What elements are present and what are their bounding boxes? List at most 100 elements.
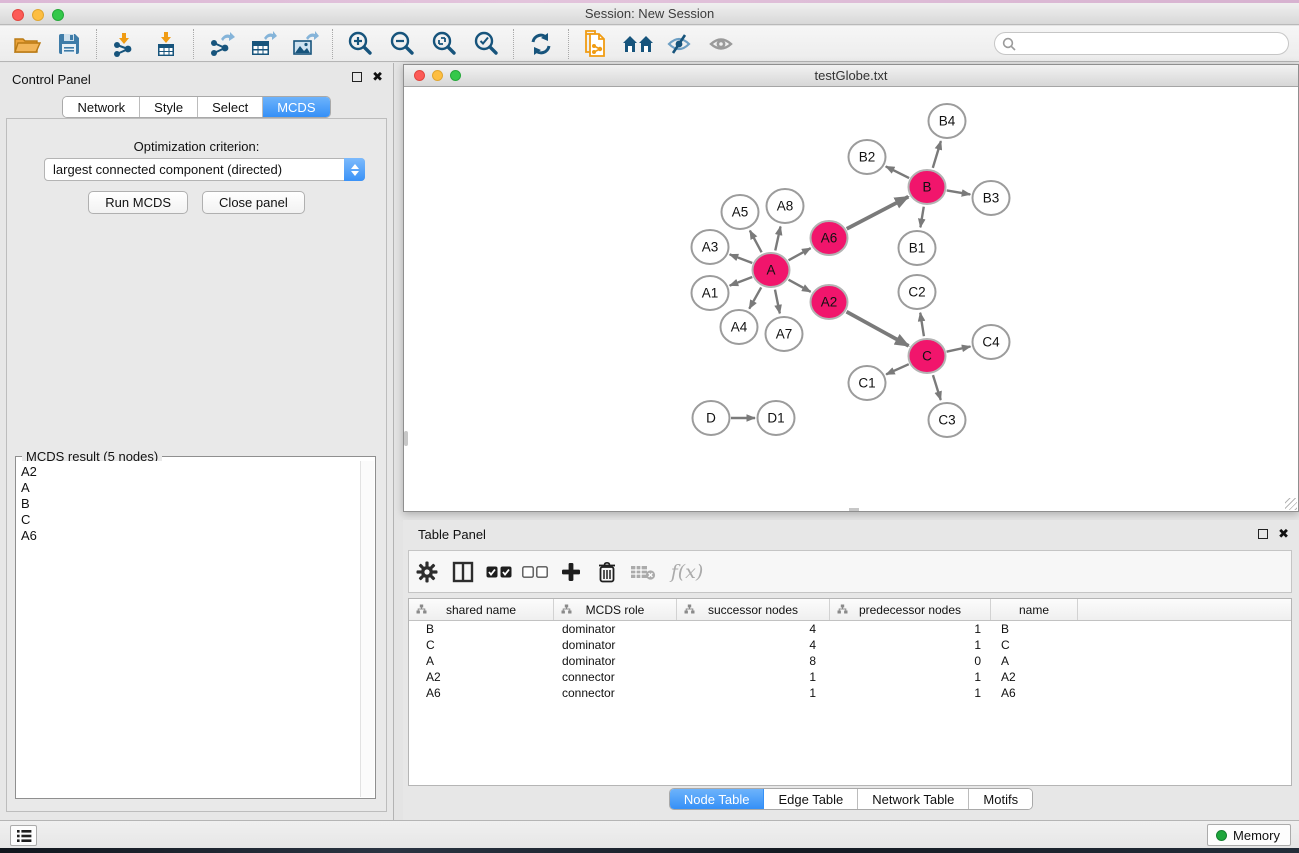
edge-B-B1[interactable] (920, 207, 923, 228)
open-session-button[interactable] (6, 29, 48, 59)
edge-A-A4[interactable] (749, 287, 761, 308)
refresh-view-button[interactable] (520, 29, 562, 59)
tab-node-table[interactable]: Node Table (670, 789, 765, 809)
edge-A-A2[interactable] (789, 280, 811, 292)
node-A6[interactable]: A6 (811, 221, 848, 255)
clone-network-button[interactable] (575, 29, 617, 59)
network-canvas[interactable]: B4B2BB3A5A8A6A3B1AA1C2A2A4A7C4CC1C3DD1 (404, 88, 1298, 511)
edge-A-A8[interactable] (775, 227, 780, 251)
node-C[interactable]: C (909, 339, 946, 373)
node-B3[interactable]: B3 (973, 181, 1010, 215)
result-item-c[interactable]: C (21, 512, 360, 528)
tab-network-table[interactable]: Network Table (858, 789, 969, 809)
node-A3[interactable]: A3 (692, 230, 729, 264)
column-header-successor-nodes[interactable]: successor nodes (677, 599, 830, 620)
edge-A-A3[interactable] (730, 254, 753, 263)
close-window-button[interactable] (12, 9, 24, 21)
result-item-a2[interactable]: A2 (21, 464, 360, 480)
node-C2[interactable]: C2 (899, 275, 936, 309)
node-A[interactable]: A (753, 253, 790, 287)
minimize-window-button[interactable] (32, 9, 44, 21)
close-panel-button[interactable]: Close panel (202, 191, 305, 214)
edge-C-C2[interactable] (920, 313, 924, 336)
result-item-a6[interactable]: A6 (21, 528, 360, 544)
edge-A6-B[interactable] (847, 197, 909, 229)
export-network-button[interactable] (200, 29, 242, 59)
zoom-selected-button[interactable] (465, 29, 507, 59)
edge-B-B3[interactable] (947, 190, 971, 194)
column-header-predecessor-nodes[interactable]: predecessor nodes (830, 599, 991, 620)
save-session-button[interactable] (48, 29, 90, 59)
node-C1[interactable]: C1 (849, 366, 886, 400)
column-header-name[interactable]: name (991, 599, 1078, 620)
network-hscroll-thumb[interactable] (849, 508, 859, 511)
float-table-panel-icon[interactable] (1258, 529, 1268, 539)
search-field[interactable] (994, 32, 1289, 55)
node-A5[interactable]: A5 (722, 195, 759, 229)
edge-A-A7[interactable] (775, 290, 780, 314)
network-minimize-button[interactable] (432, 70, 443, 81)
edge-B-B2[interactable] (886, 166, 909, 178)
float-panel-icon[interactable] (352, 72, 362, 82)
close-panel-icon[interactable]: ✖ (372, 72, 383, 82)
node-A7[interactable]: A7 (766, 317, 803, 351)
table-row-a[interactable]: Adominator80A (409, 653, 1291, 669)
network-zoom-button[interactable] (450, 70, 461, 81)
result-item-a[interactable]: A (21, 480, 360, 496)
node-B[interactable]: B (909, 170, 946, 204)
table-row-a6[interactable]: A6connector11A6 (409, 685, 1291, 701)
search-input[interactable] (1021, 37, 1288, 51)
column-header-MCDS-role[interactable]: MCDS role (554, 599, 677, 620)
create-column-button[interactable] (553, 555, 589, 589)
edge-A-A5[interactable] (750, 231, 762, 253)
table-row-c[interactable]: Cdominator41C (409, 637, 1291, 653)
zoom-in-button[interactable] (339, 29, 381, 59)
tab-select[interactable]: Select (198, 97, 263, 117)
tab-network[interactable]: Network (63, 97, 140, 117)
hide-graphics-details-button[interactable] (659, 29, 701, 59)
column-header-shared-name[interactable]: shared name (409, 599, 554, 620)
edge-A-A6[interactable] (789, 248, 811, 260)
memory-button[interactable]: Memory (1207, 824, 1291, 846)
table-settings-button[interactable] (409, 555, 445, 589)
node-A4[interactable]: A4 (721, 310, 758, 344)
node-C3[interactable]: C3 (929, 403, 966, 437)
zoom-out-button[interactable] (381, 29, 423, 59)
tab-edge-table[interactable]: Edge Table (764, 789, 858, 809)
close-table-panel-icon[interactable]: ✖ (1278, 529, 1289, 539)
export-image-button[interactable] (284, 29, 326, 59)
edge-A2-C[interactable] (847, 312, 909, 346)
select-all-rows-button[interactable] (481, 555, 517, 589)
node-D1[interactable]: D1 (758, 401, 795, 435)
tab-style[interactable]: Style (140, 97, 198, 117)
edge-A-A1[interactable] (730, 277, 753, 286)
delete-column-button[interactable] (589, 555, 625, 589)
run-mcds-button[interactable]: Run MCDS (88, 191, 188, 214)
table-row-a2[interactable]: A2connector11A2 (409, 669, 1291, 685)
edge-B-B4[interactable] (933, 141, 941, 168)
tab-mcds[interactable]: MCDS (263, 97, 329, 117)
tab-motifs[interactable]: Motifs (969, 789, 1032, 809)
show-graphics-details-button[interactable] (701, 29, 743, 59)
network-vscroll-thumb[interactable] (404, 431, 408, 446)
node-B4[interactable]: B4 (929, 104, 966, 138)
show-task-history-button[interactable] (10, 825, 37, 846)
zoom-fit-button[interactable] (423, 29, 465, 59)
import-network-button[interactable] (103, 29, 145, 59)
optimization-criterion-dropdown[interactable]: largest connected component (directed) (44, 158, 365, 181)
network-close-button[interactable] (414, 70, 425, 81)
result-item-b[interactable]: B (21, 496, 360, 512)
node-A8[interactable]: A8 (767, 189, 804, 223)
window-resize-grip[interactable] (1285, 498, 1297, 510)
export-table-button[interactable] (242, 29, 284, 59)
zoom-window-button[interactable] (52, 9, 64, 21)
home-views-button[interactable] (617, 29, 659, 59)
node-B2[interactable]: B2 (849, 140, 886, 174)
edge-C-C3[interactable] (933, 375, 941, 400)
show-column-panel-button[interactable] (445, 555, 481, 589)
node-A2[interactable]: A2 (811, 285, 848, 319)
import-table-button[interactable] (145, 29, 187, 59)
edge-C-C4[interactable] (947, 346, 971, 351)
node-C4[interactable]: C4 (973, 325, 1010, 359)
node-B1[interactable]: B1 (899, 231, 936, 265)
